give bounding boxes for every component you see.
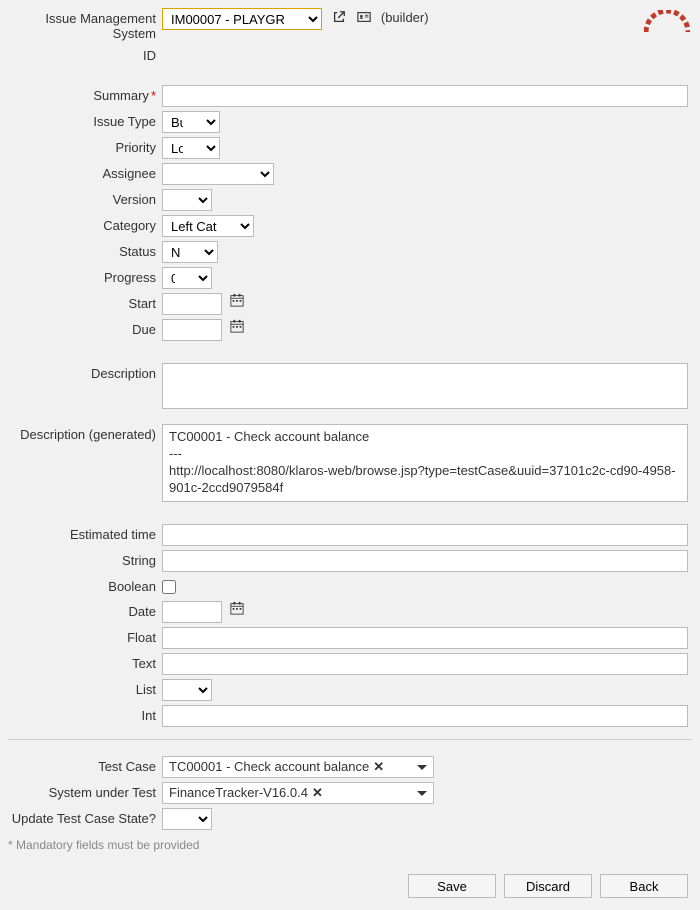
due-label: Due [0,319,162,337]
assignee-select[interactable] [162,163,274,185]
section-divider [8,739,692,740]
progress-select[interactable]: 0% [162,267,212,289]
builder-text: (builder) [381,10,429,25]
id-card-icon[interactable] [355,8,373,26]
category-label: Category [0,215,162,233]
estimated-label: Estimated time [0,524,162,542]
id-label: ID [0,45,162,63]
summary-label: Summary* [0,85,162,103]
text-label: Text [0,653,162,671]
sut-select[interactable]: FinanceTracker-V16.0.4 ✕ [162,782,434,804]
due-input[interactable] [162,319,222,341]
string-input[interactable] [162,550,688,572]
chevron-down-icon [417,785,427,800]
back-button[interactable]: Back [600,874,688,898]
date-input[interactable] [162,601,222,623]
text-input[interactable] [162,653,688,675]
ims-label: Issue Management System [0,8,162,41]
float-input[interactable] [162,627,688,649]
testcase-label: Test Case [0,756,162,774]
app-logo-icon [644,10,690,34]
chevron-down-icon [417,759,427,774]
update-state-label: Update Test Case State? [0,808,162,826]
calendar-icon[interactable] [230,293,248,311]
status-select[interactable]: New [162,241,218,263]
version-select[interactable] [162,189,212,211]
assignee-label: Assignee [0,163,162,181]
summary-input[interactable] [162,85,688,107]
version-label: Version [0,189,162,207]
sut-value: FinanceTracker-V16.0.4 [169,785,308,800]
status-label: Status [0,241,162,259]
ims-select[interactable]: IM00007 - PLAYGROUND [162,8,322,30]
clear-testcase-icon[interactable]: ✕ [373,759,384,775]
boolean-label: Boolean [0,576,162,594]
save-button[interactable]: Save [408,874,496,898]
testcase-value: TC00001 - Check account balance [169,759,369,774]
description-label: Description [0,363,162,381]
testcase-select[interactable]: TC00001 - Check account balance ✕ [162,756,434,778]
boolean-checkbox[interactable] [162,580,176,594]
progress-label: Progress [0,267,162,285]
description-textarea[interactable] [162,363,688,409]
calendar-icon[interactable] [230,601,248,619]
float-label: Float [0,627,162,645]
description-gen-label: Description (generated) [0,424,162,442]
priority-select[interactable]: Low [162,137,220,159]
discard-button[interactable]: Discard [504,874,592,898]
mandatory-star: * [149,88,156,103]
int-label: Int [0,705,162,723]
external-link-icon[interactable] [330,8,348,26]
string-label: String [0,550,162,568]
category-select[interactable]: Left Category [162,215,254,237]
date-label: Date [0,601,162,619]
start-label: Start [0,293,162,311]
issuetype-select[interactable]: Bug [162,111,220,133]
int-input[interactable] [162,705,688,727]
start-input[interactable] [162,293,222,315]
description-gen-value: TC00001 - Check account balance --- http… [162,424,688,502]
sut-label: System under Test [0,782,162,800]
clear-sut-icon[interactable]: ✕ [312,785,323,801]
list-select[interactable] [162,679,212,701]
update-state-select[interactable] [162,808,212,830]
priority-label: Priority [0,137,162,155]
mandatory-note: * Mandatory fields must be provided [0,834,700,852]
estimated-input[interactable] [162,524,688,546]
list-label: List [0,679,162,697]
issuetype-label: Issue Type [0,111,162,129]
calendar-icon[interactable] [230,319,248,337]
